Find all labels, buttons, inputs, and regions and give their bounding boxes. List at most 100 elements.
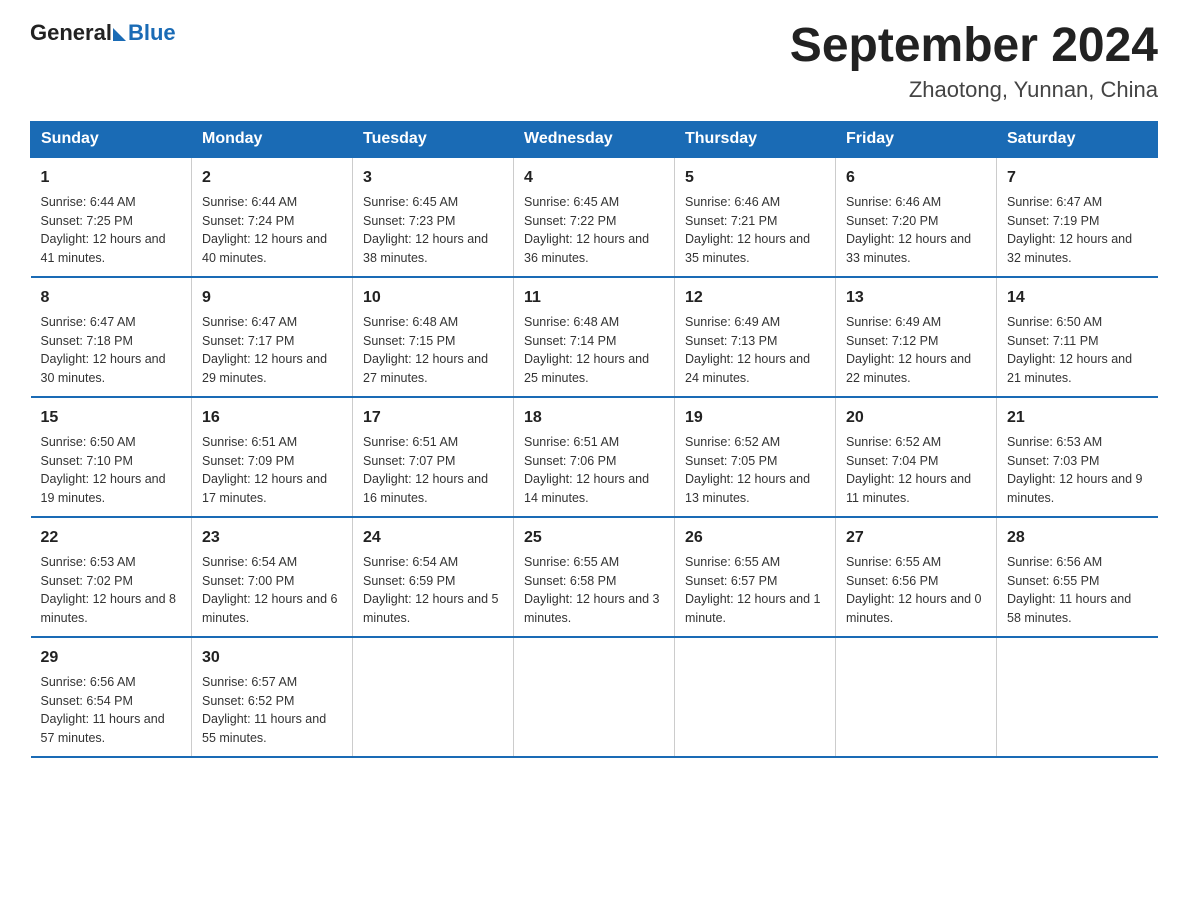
calendar-cell: 6Sunrise: 6:46 AMSunset: 7:20 PMDaylight… (836, 157, 997, 277)
calendar-cell: 7 Sunrise: 6:47 AMSunset: 7:19 PMDaylight… (997, 157, 1158, 277)
calendar-cell: 5 Sunrise: 6:46 AMSunset: 7:21 PMDaylight… (675, 157, 836, 277)
calendar-subtitle: Zhaotong, Yunnan, China (790, 77, 1158, 103)
calendar-cell: 17 Sunrise: 6:51 AMSunset: 7:07 PMDayligh… (353, 397, 514, 517)
col-header-sunday: Sunday (31, 121, 192, 157)
logo-triangle-icon (113, 28, 126, 41)
page-header: General Blue September 2024 Zhaotong, Yu… (30, 20, 1158, 103)
day-info: Sunrise: 6:46 AMSunset: 7:21 PMDaylight:… (685, 193, 825, 268)
title-area: September 2024 Zhaotong, Yunnan, China (790, 20, 1158, 103)
calendar-cell: 28 Sunrise: 6:56 AMSunset: 6:55 PMDayligh… (997, 517, 1158, 637)
day-info: Sunrise: 6:55 AMSunset: 6:56 PMDaylight:… (846, 553, 986, 628)
day-info: Sunrise: 6:48 AMSunset: 7:14 PMDaylight:… (524, 313, 664, 388)
calendar-cell: 15 Sunrise: 6:50 AMSunset: 7:10 PMDayligh… (31, 397, 192, 517)
day-number: 20 (846, 406, 986, 430)
day-info: Sunrise: 6:52 AMSunset: 7:05 PMDaylight:… (685, 433, 825, 508)
logo: General Blue (30, 20, 176, 46)
calendar-cell: 4Sunrise: 6:45 AMSunset: 7:22 PMDaylight… (514, 157, 675, 277)
day-info: Sunrise: 6:47 AMSunset: 7:17 PMDaylight:… (202, 313, 342, 388)
calendar-table: SundayMondayTuesdayWednesdayThursdayFrid… (30, 121, 1158, 758)
day-number: 7 (1007, 166, 1148, 190)
calendar-cell: 10Sunrise: 6:48 AMSunset: 7:15 PMDayligh… (353, 277, 514, 397)
day-info: Sunrise: 6:45 AMSunset: 7:22 PMDaylight:… (524, 193, 664, 268)
day-number: 28 (1007, 526, 1148, 550)
day-info: Sunrise: 6:51 AMSunset: 7:06 PMDaylight:… (524, 433, 664, 508)
day-number: 10 (363, 286, 503, 310)
calendar-cell: 21Sunrise: 6:53 AMSunset: 7:03 PMDayligh… (997, 397, 1158, 517)
day-info: Sunrise: 6:56 AMSunset: 6:55 PMDaylight:… (1007, 553, 1148, 628)
day-number: 16 (202, 406, 342, 430)
day-number: 24 (363, 526, 503, 550)
calendar-cell (836, 637, 997, 757)
calendar-cell: 1 Sunrise: 6:44 AMSunset: 7:25 PMDaylight… (31, 157, 192, 277)
day-info: Sunrise: 6:50 AMSunset: 7:10 PMDaylight:… (41, 433, 182, 508)
day-info: Sunrise: 6:51 AMSunset: 7:09 PMDaylight:… (202, 433, 342, 508)
day-number: 27 (846, 526, 986, 550)
calendar-cell: 9 Sunrise: 6:47 AMSunset: 7:17 PMDaylight… (192, 277, 353, 397)
day-number: 3 (363, 166, 503, 190)
day-number: 19 (685, 406, 825, 430)
col-header-friday: Friday (836, 121, 997, 157)
day-number: 17 (363, 406, 503, 430)
calendar-week-row: 22 Sunrise: 6:53 AMSunset: 7:02 PMDayligh… (31, 517, 1158, 637)
calendar-cell (997, 637, 1158, 757)
calendar-cell: 14 Sunrise: 6:50 AMSunset: 7:11 PMDayligh… (997, 277, 1158, 397)
calendar-cell: 30 Sunrise: 6:57 AMSunset: 6:52 PMDayligh… (192, 637, 353, 757)
day-info: Sunrise: 6:53 AMSunset: 7:02 PMDaylight:… (41, 553, 182, 628)
day-info: Sunrise: 6:44 AMSunset: 7:25 PMDaylight:… (41, 193, 182, 268)
calendar-cell: 12 Sunrise: 6:49 AMSunset: 7:13 PMDayligh… (675, 277, 836, 397)
calendar-cell (675, 637, 836, 757)
day-number: 13 (846, 286, 986, 310)
calendar-cell: 18 Sunrise: 6:51 AMSunset: 7:06 PMDayligh… (514, 397, 675, 517)
calendar-cell: 13 Sunrise: 6:49 AMSunset: 7:12 PMDayligh… (836, 277, 997, 397)
col-header-thursday: Thursday (675, 121, 836, 157)
col-header-wednesday: Wednesday (514, 121, 675, 157)
day-number: 26 (685, 526, 825, 550)
day-info: Sunrise: 6:52 AMSunset: 7:04 PMDaylight:… (846, 433, 986, 508)
calendar-cell: 3 Sunrise: 6:45 AMSunset: 7:23 PMDaylight… (353, 157, 514, 277)
col-header-tuesday: Tuesday (353, 121, 514, 157)
calendar-week-row: 1 Sunrise: 6:44 AMSunset: 7:25 PMDaylight… (31, 157, 1158, 277)
day-info: Sunrise: 6:47 AMSunset: 7:19 PMDaylight:… (1007, 193, 1148, 268)
calendar-week-row: 8Sunrise: 6:47 AMSunset: 7:18 PMDaylight… (31, 277, 1158, 397)
day-number: 5 (685, 166, 825, 190)
day-number: 22 (41, 526, 182, 550)
calendar-cell: 16 Sunrise: 6:51 AMSunset: 7:09 PMDayligh… (192, 397, 353, 517)
calendar-cell (514, 637, 675, 757)
day-info: Sunrise: 6:45 AMSunset: 7:23 PMDaylight:… (363, 193, 503, 268)
calendar-cell: 22 Sunrise: 6:53 AMSunset: 7:02 PMDayligh… (31, 517, 192, 637)
calendar-cell: 20 Sunrise: 6:52 AMSunset: 7:04 PMDayligh… (836, 397, 997, 517)
day-info: Sunrise: 6:55 AMSunset: 6:57 PMDaylight:… (685, 553, 825, 628)
logo-text-sub: Blue (128, 20, 176, 46)
calendar-cell: 24 Sunrise: 6:54 AMSunset: 6:59 PMDayligh… (353, 517, 514, 637)
calendar-cell: 26 Sunrise: 6:55 AMSunset: 6:57 PMDayligh… (675, 517, 836, 637)
day-number: 6 (846, 166, 986, 190)
day-number: 30 (202, 646, 342, 670)
calendar-cell: 29Sunrise: 6:56 AMSunset: 6:54 PMDayligh… (31, 637, 192, 757)
day-info: Sunrise: 6:49 AMSunset: 7:12 PMDaylight:… (846, 313, 986, 388)
day-info: Sunrise: 6:44 AMSunset: 7:24 PMDaylight:… (202, 193, 342, 268)
logo-text-main: General (30, 20, 112, 46)
day-info: Sunrise: 6:54 AMSunset: 6:59 PMDaylight:… (363, 553, 503, 628)
day-info: Sunrise: 6:57 AMSunset: 6:52 PMDaylight:… (202, 673, 342, 748)
calendar-cell: 25 Sunrise: 6:55 AMSunset: 6:58 PMDayligh… (514, 517, 675, 637)
calendar-cell: 19 Sunrise: 6:52 AMSunset: 7:05 PMDayligh… (675, 397, 836, 517)
day-info: Sunrise: 6:53 AMSunset: 7:03 PMDaylight:… (1007, 433, 1148, 508)
col-header-monday: Monday (192, 121, 353, 157)
day-number: 8 (41, 286, 182, 310)
calendar-header-row: SundayMondayTuesdayWednesdayThursdayFrid… (31, 121, 1158, 157)
calendar-cell: 8Sunrise: 6:47 AMSunset: 7:18 PMDaylight… (31, 277, 192, 397)
day-number: 1 (41, 166, 182, 190)
day-number: 25 (524, 526, 664, 550)
day-info: Sunrise: 6:50 AMSunset: 7:11 PMDaylight:… (1007, 313, 1148, 388)
calendar-week-row: 15 Sunrise: 6:50 AMSunset: 7:10 PMDayligh… (31, 397, 1158, 517)
day-number: 12 (685, 286, 825, 310)
day-number: 9 (202, 286, 342, 310)
day-info: Sunrise: 6:55 AMSunset: 6:58 PMDaylight:… (524, 553, 664, 628)
day-number: 11 (524, 286, 664, 310)
day-info: Sunrise: 6:51 AMSunset: 7:07 PMDaylight:… (363, 433, 503, 508)
day-info: Sunrise: 6:49 AMSunset: 7:13 PMDaylight:… (685, 313, 825, 388)
calendar-title: September 2024 (790, 20, 1158, 73)
day-number: 14 (1007, 286, 1148, 310)
day-number: 15 (41, 406, 182, 430)
day-number: 18 (524, 406, 664, 430)
